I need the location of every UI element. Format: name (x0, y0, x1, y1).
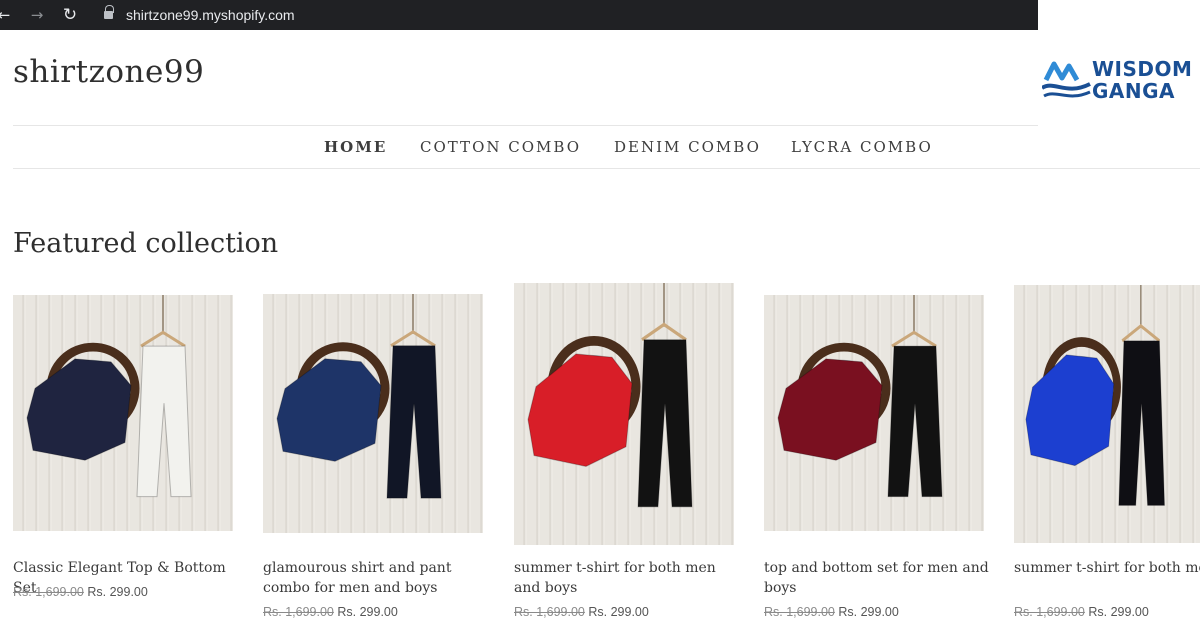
price-compare: Rs. 1,699.00 (263, 605, 334, 619)
trousers (887, 345, 943, 498)
clothing-illustration (777, 295, 943, 498)
clothing-illustration (276, 294, 442, 499)
trousers (136, 345, 192, 498)
price-sale: Rs. 299.00 (1088, 605, 1149, 619)
trousers (386, 345, 442, 499)
price-compare: Rs. 1,699.00 (514, 605, 585, 619)
header-divider (13, 125, 1038, 126)
wave-logo-icon (1042, 61, 1091, 98)
top-garment (1025, 354, 1115, 467)
top-garment (276, 358, 382, 462)
product-image[interactable] (1014, 285, 1200, 543)
nav-denim-combo[interactable]: DENIM COMBO (614, 138, 761, 156)
product-title[interactable]: summer t-shirt for both men and boys (514, 558, 744, 598)
reload-icon[interactable]: ↻ (60, 5, 80, 25)
product-price: Rs. 1,699.00 Rs. 299.00 (263, 605, 398, 619)
price-compare: Rs. 1,699.00 (13, 585, 84, 599)
product-image[interactable] (764, 295, 984, 531)
clothing-illustration (1025, 285, 1165, 506)
nav-divider (13, 168, 1200, 169)
product-title[interactable]: top and bottom set for men and boys (764, 558, 994, 598)
product-image[interactable] (514, 283, 734, 545)
product-price: Rs. 1,699.00 Rs. 299.00 (13, 585, 148, 599)
price-sale: Rs. 299.00 (337, 605, 398, 619)
price-compare: Rs. 1,699.00 (764, 605, 835, 619)
price-sale: Rs. 299.00 (588, 605, 649, 619)
logo-text-line2: GANGA (1092, 79, 1176, 103)
product-title[interactable]: summer t-shirt for both men and boys (1014, 558, 1200, 578)
nav-cotton-combo[interactable]: COTTON COMBO (420, 138, 581, 156)
logo-text-line1: WISDOM (1092, 57, 1193, 81)
product-price: Rs. 1,699.00 Rs. 299.00 (514, 605, 649, 619)
product-image[interactable] (13, 295, 233, 531)
trousers (1118, 340, 1165, 506)
featured-collection-heading: Featured collection (13, 228, 279, 259)
hanger (140, 330, 186, 348)
product-price: Rs. 1,699.00 Rs. 299.00 (764, 605, 899, 619)
wisdom-ganga-logo: WISDOM GANGA (1040, 52, 1200, 108)
trousers (637, 339, 693, 508)
hanger (1121, 323, 1161, 343)
price-sale: Rs. 299.00 (838, 605, 899, 619)
nav-lycra-combo[interactable]: LYCRA COMBO (791, 138, 933, 156)
product-title[interactable]: glamourous shirt and pant combo for men … (263, 558, 493, 598)
forward-arrow-icon[interactable]: → (27, 5, 47, 25)
lock-icon[interactable] (104, 5, 114, 20)
hanger (641, 322, 687, 342)
site-title[interactable]: shirtzone99 (13, 54, 204, 90)
browser-toolbar: ← → ↻ shirtzone99.myshopify.com (0, 0, 1038, 30)
product-image[interactable] (263, 294, 483, 533)
hanger (891, 330, 937, 348)
back-arrow-icon[interactable]: ← (0, 5, 14, 25)
price-sale: Rs. 299.00 (87, 585, 148, 599)
product-price: Rs. 1,699.00 Rs. 299.00 (1014, 605, 1149, 619)
top-garment (527, 353, 633, 467)
address-bar[interactable]: shirtzone99.myshopify.com (126, 5, 295, 25)
clothing-illustration (527, 283, 693, 508)
nav-home[interactable]: HOME (324, 138, 387, 156)
clothing-illustration (26, 295, 192, 498)
top-garment (777, 358, 883, 461)
top-garment (26, 358, 132, 461)
price-compare: Rs. 1,699.00 (1014, 605, 1085, 619)
hanger (390, 330, 436, 348)
